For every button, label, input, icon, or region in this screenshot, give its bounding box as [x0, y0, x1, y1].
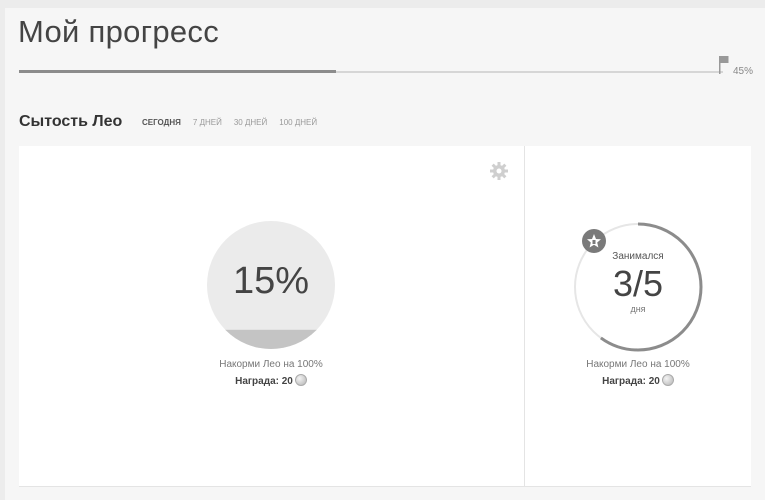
- tab-100-days[interactable]: 100 ДНЕЙ: [279, 118, 317, 127]
- star-badge-icon: [582, 229, 606, 253]
- tab-30-days[interactable]: 30 ДНЕЙ: [234, 118, 267, 127]
- tab-today[interactable]: СЕГОДНЯ: [142, 118, 181, 127]
- right-reward: Награда: 20: [538, 374, 738, 387]
- left-reward: Награда: 20: [171, 374, 371, 387]
- right-reward-label: Награда: 20: [602, 376, 660, 387]
- period-tabs: СЕГОДНЯ 7 ДНЕЙ 30 ДНЕЙ 100 ДНЕЙ: [142, 118, 329, 127]
- left-goal-text: Накорми Лео на 100%: [219, 359, 323, 370]
- panel-divider: [524, 146, 525, 486]
- left-reward-label: Награда: 20: [235, 376, 293, 387]
- satiety-fill: [207, 329, 335, 349]
- page: Мой прогресс 45% Сытость Лео СЕГОДНЯ 7 Д…: [5, 8, 765, 500]
- right-goal-text: Накорми Лео на 100%: [586, 359, 690, 370]
- flag-icon: [719, 56, 729, 74]
- coin-icon: [294, 374, 307, 386]
- overall-progress-label: 45%: [733, 66, 754, 77]
- days-caption-bottom: дня: [630, 304, 646, 314]
- overall-progress-fill: [19, 70, 336, 73]
- coin-icon: [661, 374, 674, 386]
- page-title: Мой прогресс: [18, 14, 219, 49]
- tab-7-days[interactable]: 7 ДНЕЙ: [193, 118, 222, 127]
- stats-card: 15% Накорми Лео на 100% Награда: 20 Зани…: [19, 146, 751, 487]
- section-title: Сытость Лео: [19, 113, 123, 130]
- overall-progress-bar: [19, 70, 723, 73]
- days-value: 3/5: [612, 263, 664, 304]
- gear-icon[interactable]: [489, 161, 509, 181]
- satiety-percent: 15%: [232, 260, 310, 302]
- days-caption-top: Занимался: [612, 251, 664, 262]
